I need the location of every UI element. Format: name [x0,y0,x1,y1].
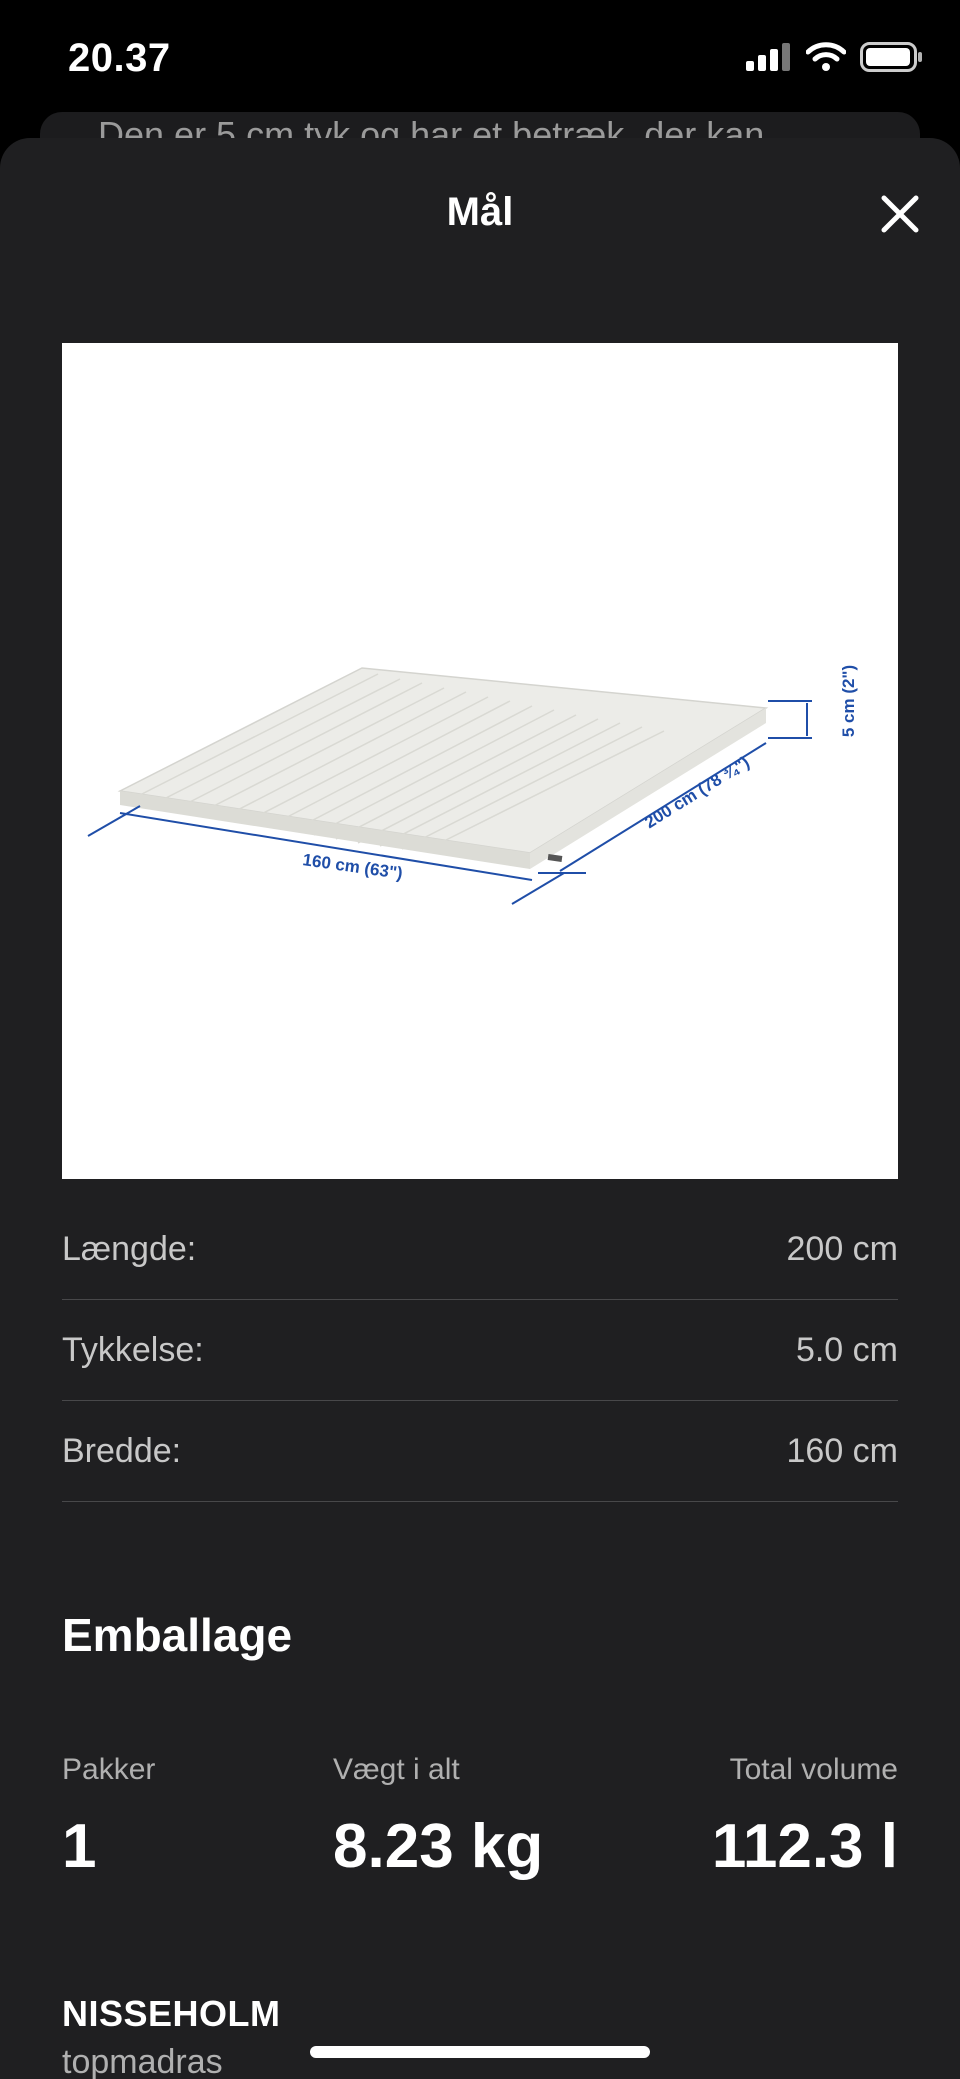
wifi-icon [805,42,847,77]
dimension-row-thickness: Tykkelse: 5.0 cm [62,1300,898,1401]
dimension-value: 5.0 cm [795,1330,898,1369]
packaging-value: 8.23 kg [333,1812,544,1881]
packaging-value: 1 [62,1812,97,1881]
product-name: NISSEHOLM [62,1993,281,2034]
status-time: 20.37 [68,36,171,80]
product-description: topmadras [62,2043,223,2079]
close-button[interactable] [874,188,926,240]
packaging-title: Emballage [62,1609,293,1661]
mattress-illustration: 160 cm (63") 200 cm (78 ¾") 5 cm (2") [87,665,858,905]
packaging-packages: Pakker 1 [62,1753,155,1882]
packaging-label: Vægt i alt [333,1753,460,1786]
dimension-label: Bredde: [62,1431,182,1470]
close-icon [881,195,919,233]
length-label: 160 cm (63") [301,850,403,883]
status-bar: 20.37 [0,0,960,120]
status-icons [746,42,924,77]
dimension-row-length: Længde: 200 cm [62,1199,898,1300]
dimensions-sheet: Mål 160 cm (63") 200 cm (78 ¾") 5 cm (2"… [0,138,960,2079]
dimension-row-width: Bredde: 160 cm [62,1401,898,1502]
product-dimension-image: 160 cm (63") 200 cm (78 ¾") 5 cm (2") [62,343,898,1179]
dimension-value: 200 cm [786,1229,899,1268]
home-indicator[interactable] [310,2046,650,2058]
battery-icon [860,42,924,77]
dimension-label: Tykkelse: [62,1330,204,1369]
dimension-value: 160 cm [786,1431,899,1470]
packaging-weight: Vægt i alt 8.23 kg [333,1753,543,1882]
packaging-volume: Total volume 112.3 l [712,1753,898,1882]
height-label: 5 cm (2") [839,665,858,737]
dimension-label: Længde: [62,1229,197,1268]
sheet-title: Mål [446,190,514,234]
packaging-value: 112.3 l [711,1812,898,1881]
packaging-label: Total volume [729,1753,898,1786]
packaging-label: Pakker [62,1753,156,1786]
cellular-signal-icon [746,43,792,76]
